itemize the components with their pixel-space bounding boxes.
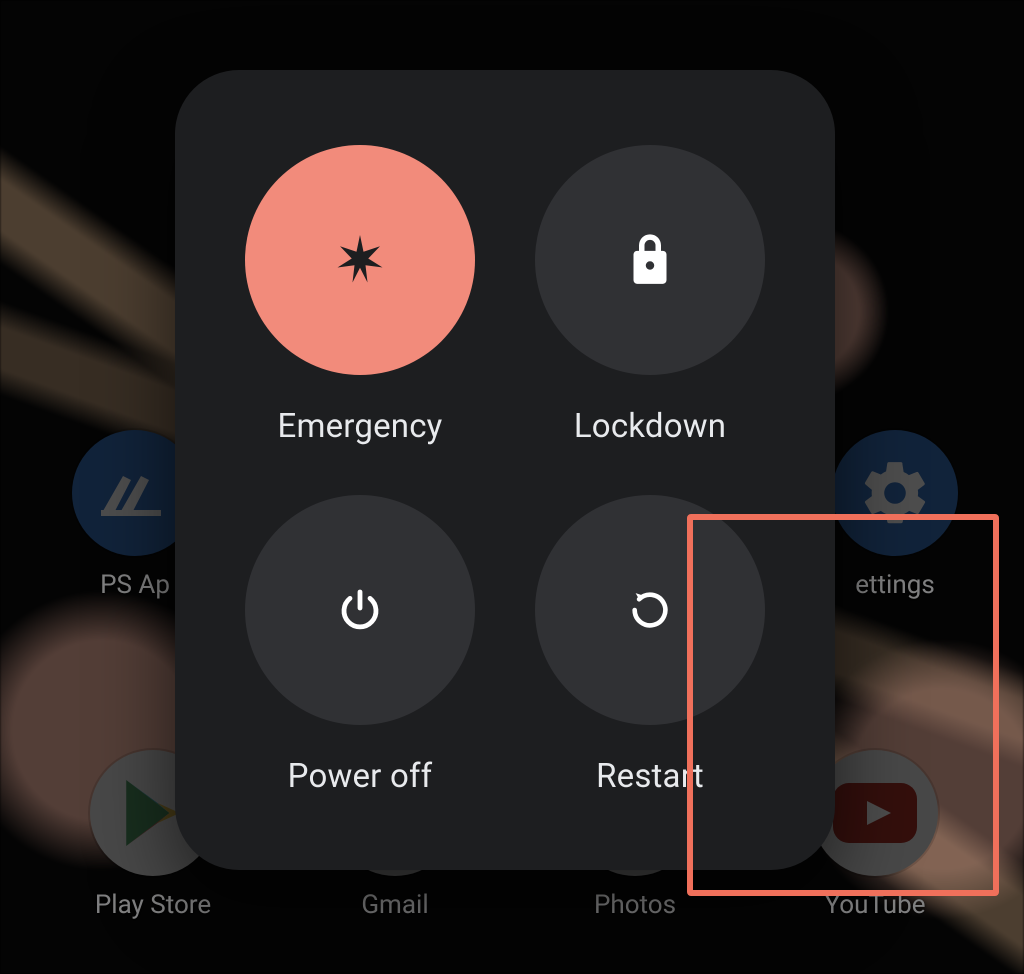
asterisk-icon — [245, 145, 475, 375]
app-label: YouTube — [825, 890, 926, 920]
app-label: Photos — [594, 890, 676, 920]
lockdown-label: Lockdown — [574, 407, 726, 446]
lockdown-button[interactable]: Lockdown — [505, 120, 795, 470]
app-label: Play Store — [95, 890, 211, 920]
power-menu: Emergency Lockdown Power off Restart — [175, 70, 835, 870]
lock-icon — [535, 145, 765, 375]
emergency-label: Emergency — [277, 407, 442, 446]
power-icon — [245, 495, 475, 725]
app-label: Gmail — [361, 890, 428, 920]
power-off-label: Power off — [288, 757, 433, 796]
restart-icon — [535, 495, 765, 725]
gear-icon — [832, 430, 958, 556]
power-off-button[interactable]: Power off — [215, 470, 505, 820]
app-settings[interactable]: ettings — [820, 430, 970, 600]
app-label: PS Ap — [100, 570, 170, 600]
restart-button[interactable]: Restart — [505, 470, 795, 820]
emergency-button[interactable]: Emergency — [215, 120, 505, 470]
restart-label: Restart — [596, 757, 704, 796]
app-label: ettings — [855, 570, 935, 600]
